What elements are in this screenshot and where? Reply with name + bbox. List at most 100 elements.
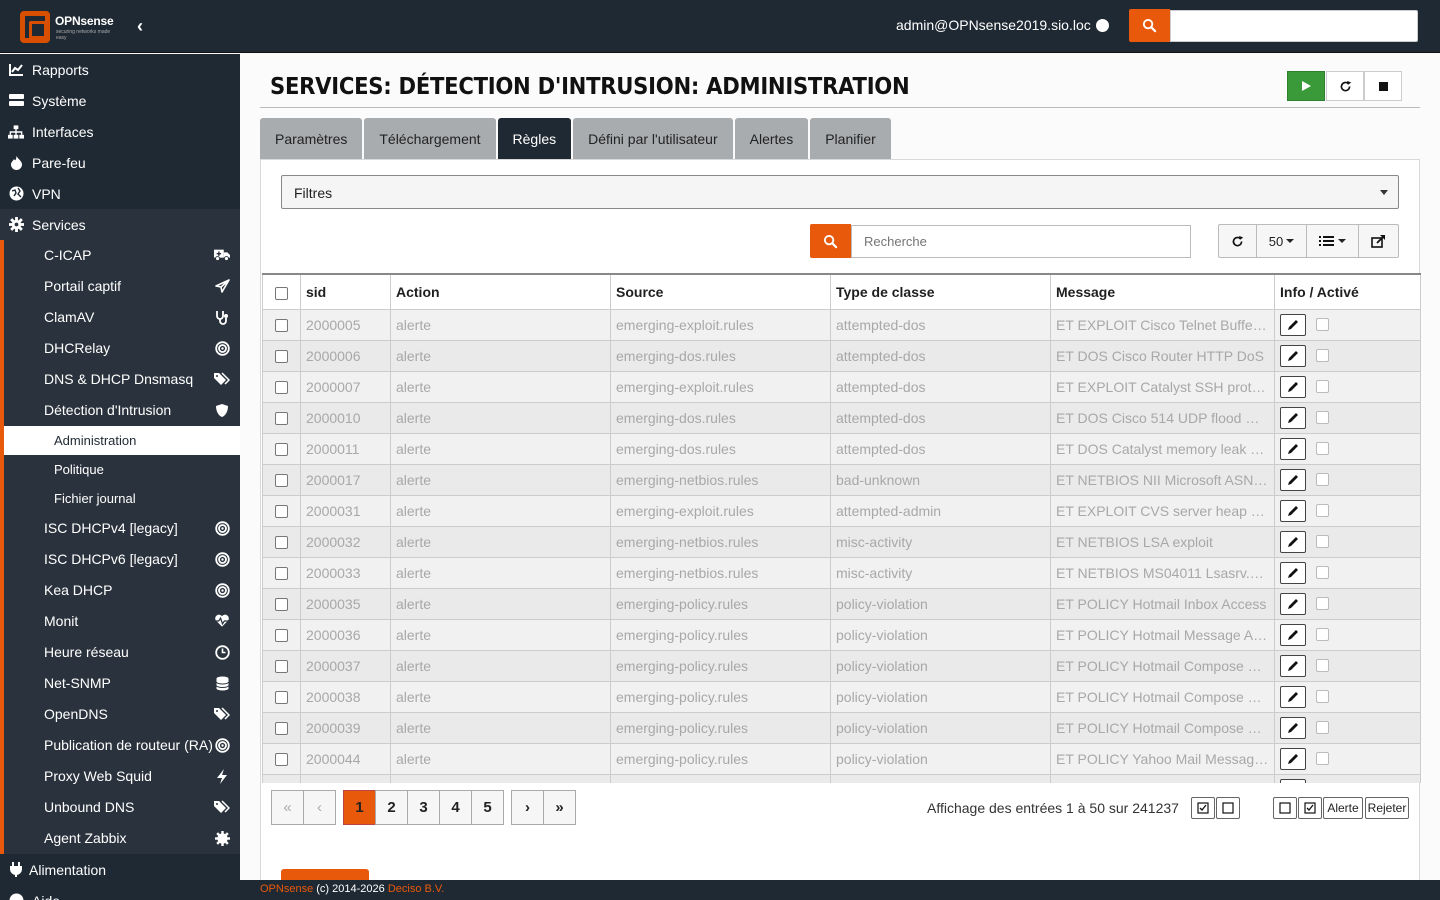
table-row[interactable]: 2000031 alerte emerging-exploit.rules attem…	[262, 494, 1421, 527]
table-row[interactable]: 2000032 alerte emerging-netbios.rules misc-…	[262, 525, 1421, 558]
table-row[interactable]: 2000035 alerte emerging-policy.rules policy…	[262, 587, 1421, 620]
sidebar-item-c-icap[interactable]: C-ICAP	[0, 240, 240, 271]
tab-regles[interactable]: Règles	[497, 118, 572, 159]
row-select-checkbox[interactable]	[275, 660, 288, 674]
row-enabled-checkbox[interactable]	[1316, 752, 1329, 765]
sidebar-item-unbound-dns[interactable]: Unbound DNS	[0, 792, 240, 823]
sidebar-item-isc-dhcpv6-legacy[interactable]: ISC DHCPv6 [legacy]	[0, 544, 240, 575]
select-all-checkbox[interactable]	[275, 286, 288, 300]
col-info-enabled[interactable]: Info / Activé	[1274, 273, 1421, 310]
row-enabled-checkbox[interactable]	[1316, 597, 1329, 610]
sidebar-item-portail-captif[interactable]: Portail captif	[0, 271, 240, 302]
footer-company[interactable]: Deciso B.V.	[388, 883, 444, 895]
col-source[interactable]: Source	[610, 273, 831, 310]
sidebar-item-systeme[interactable]: Système	[0, 85, 240, 116]
select-all-page-button[interactable]	[1191, 797, 1215, 819]
sidebar-item-services[interactable]: Services	[0, 209, 240, 240]
drop-selected-button[interactable]: Rejeter	[1365, 797, 1409, 819]
sidebar-item-fichier-journal[interactable]: Fichier journal	[0, 484, 240, 513]
sidebar-item-heure-reseau[interactable]: Heure réseau	[0, 637, 240, 668]
row-select-checkbox[interactable]	[275, 381, 288, 395]
pagination-first-button[interactable]: «	[271, 790, 304, 825]
row-enabled-checkbox[interactable]	[1316, 504, 1329, 517]
tab-alertes[interactable]: Alertes	[734, 118, 809, 159]
row-edit-button[interactable]	[1280, 313, 1306, 336]
row-enabled-checkbox[interactable]	[1316, 659, 1329, 672]
sidebar-item-politique[interactable]: Politique	[0, 455, 240, 484]
pagination-page-2[interactable]: 2	[375, 790, 408, 825]
table-row[interactable]: 2000007 alerte emerging-exploit.rules attem…	[262, 370, 1421, 403]
top-search-input[interactable]	[1170, 10, 1418, 42]
alert-selected-button[interactable]: Alerte	[1323, 797, 1363, 819]
row-edit-button[interactable]	[1280, 468, 1306, 491]
sidebar-item-dns-dhcp-dnsmasq[interactable]: DNS & DHCP Dnsmasq	[0, 364, 240, 395]
service-restart-button[interactable]	[1326, 71, 1364, 101]
row-enabled-checkbox[interactable]	[1316, 535, 1329, 548]
sidebar-item-administration[interactable]: Administration	[0, 426, 240, 455]
tab-telechargement[interactable]: Téléchargement	[364, 118, 496, 159]
row-enabled-checkbox[interactable]	[1316, 473, 1329, 486]
row-enabled-checkbox[interactable]	[1316, 380, 1329, 393]
table-row[interactable]: 2000011 alerte emerging-dos.rules attempted…	[262, 432, 1421, 465]
table-row[interactable]: 2000046alerteemerging-netbios.rulesmisc-…	[262, 773, 1421, 783]
table-row[interactable]: 2000017 alerte emerging-netbios.rules bad-u…	[262, 463, 1421, 496]
col-action[interactable]: Action	[390, 273, 611, 310]
sidebar-item-rapports[interactable]: Rapports	[0, 54, 240, 85]
table-row[interactable]: 2000037 alerte emerging-policy.rules policy…	[262, 649, 1421, 682]
row-select-checkbox[interactable]	[275, 753, 288, 767]
sidebar-item-proxy-web-squid[interactable]: Proxy Web Squid	[0, 761, 240, 792]
row-enabled-checkbox[interactable]	[1316, 566, 1329, 579]
sidebar-item-alimentation[interactable]: Alimentation	[0, 854, 240, 885]
row-select-checkbox[interactable]	[275, 691, 288, 705]
sidebar-item-detection-d-intrusion[interactable]: Détection d'Intrusion	[0, 395, 240, 426]
col-classtype[interactable]: Type de classe	[830, 273, 1051, 310]
disable-selected-button[interactable]	[1273, 797, 1297, 819]
service-stop-button[interactable]	[1364, 71, 1402, 101]
sidebar-item-net-snmp[interactable]: Net-SNMP	[0, 668, 240, 699]
sidebar-item-pare-feu[interactable]: Pare-feu	[0, 147, 240, 178]
tab-defini-par-l-utilisateur[interactable]: Défini par l'utilisateur	[573, 118, 733, 159]
row-select-checkbox[interactable]	[275, 536, 288, 550]
tab-planifier[interactable]: Planifier	[810, 118, 891, 159]
pagination-prev-button[interactable]: ‹	[303, 790, 336, 825]
sidebar-item-interfaces[interactable]: Interfaces	[0, 116, 240, 147]
sidebar-item-dhcrelay[interactable]: DHCRelay	[0, 333, 240, 364]
row-select-checkbox[interactable]	[275, 567, 288, 581]
col-message[interactable]: Message	[1050, 273, 1275, 310]
sidebar-item-publication-de-routeur-ra[interactable]: Publication de routeur (RA)	[0, 730, 240, 761]
row-enabled-checkbox[interactable]	[1316, 411, 1329, 424]
row-select-checkbox[interactable]	[275, 319, 288, 333]
table-row[interactable]: 2000033 alerte emerging-netbios.rules misc-…	[262, 556, 1421, 589]
user-menu[interactable]: admin@OPNsense2019.sio.loc	[896, 17, 1091, 33]
table-row[interactable]: 2000006 alerte emerging-dos.rules attempted…	[262, 339, 1421, 372]
sidebar-item-aide[interactable]: Aide	[0, 885, 240, 900]
pagination-page-3[interactable]: 3	[407, 790, 440, 825]
row-select-checkbox[interactable]	[275, 412, 288, 426]
row-edit-button[interactable]	[1280, 406, 1306, 429]
sidebar-item-clamav[interactable]: ClamAV	[0, 302, 240, 333]
pagination-page-5[interactable]: 5	[471, 790, 504, 825]
row-select-checkbox[interactable]	[275, 722, 288, 736]
row-edit-button[interactable]	[1280, 499, 1306, 522]
row-select-checkbox[interactable]	[275, 598, 288, 612]
row-edit-button[interactable]	[1280, 344, 1306, 367]
enable-selected-button[interactable]	[1298, 797, 1322, 819]
row-edit-button[interactable]	[1280, 685, 1306, 708]
row-edit-button[interactable]	[1280, 654, 1306, 677]
row-enabled-checkbox[interactable]	[1316, 628, 1329, 641]
row-select-checkbox[interactable]	[275, 505, 288, 519]
col-sid[interactable]: sid	[300, 273, 391, 310]
sidebar-item-kea-dhcp[interactable]: Kea DHCP	[0, 575, 240, 606]
row-edit-button[interactable]	[1280, 623, 1306, 646]
table-row[interactable]: 2000005 alerte emerging-exploit.rules attem…	[262, 308, 1421, 341]
pagination-next-button[interactable]: ›	[511, 790, 544, 825]
table-row[interactable]: 2000038 alerte emerging-policy.rules policy…	[262, 680, 1421, 713]
row-edit-button[interactable]	[1280, 778, 1306, 783]
top-search-button[interactable]	[1129, 9, 1170, 42]
row-edit-button[interactable]	[1280, 747, 1306, 770]
row-select-checkbox[interactable]	[275, 474, 288, 488]
row-edit-button[interactable]	[1280, 716, 1306, 739]
row-edit-button[interactable]	[1280, 592, 1306, 615]
row-edit-button[interactable]	[1280, 437, 1306, 460]
pagination-last-button[interactable]: »	[543, 790, 576, 825]
